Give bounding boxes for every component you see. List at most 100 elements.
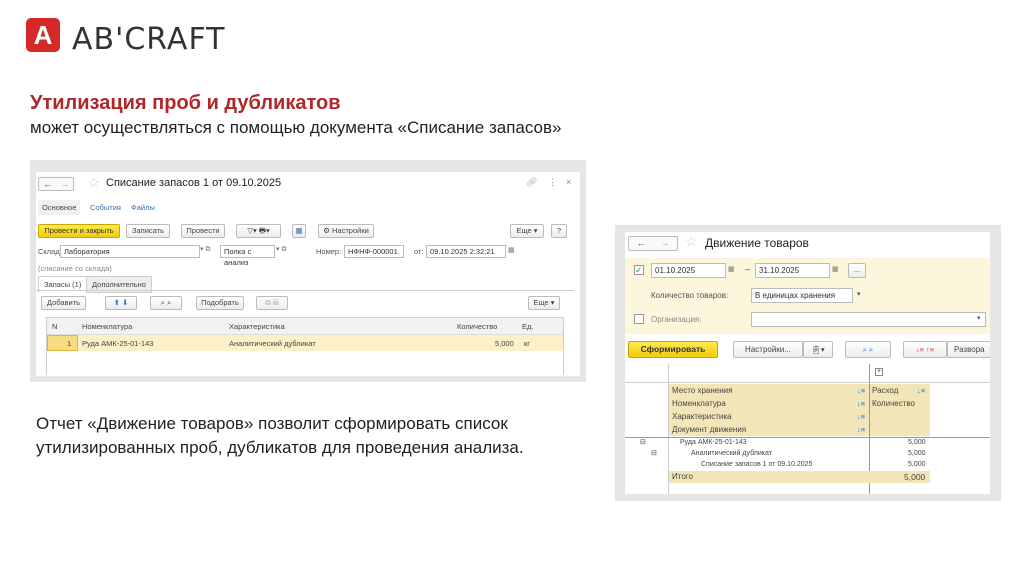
sort-icon[interactable]: ↓≡ (917, 386, 925, 395)
period-checkbox[interactable]: ✓ (634, 265, 644, 275)
row-header-location: Место хранения (672, 386, 733, 395)
more-label: Еще (516, 226, 532, 235)
logo-text: AB'CRAFT (72, 22, 226, 57)
col-n[interactable]: N (52, 322, 57, 331)
col-quantity[interactable]: Количество (457, 322, 497, 331)
date-from-field[interactable]: 01.10.2025 (651, 263, 726, 278)
settings-button[interactable]: ⚙ Настройки (318, 224, 374, 238)
chevron-down-icon[interactable]: ▾ (857, 290, 861, 298)
tab-main[interactable]: Основное (38, 200, 81, 215)
post-button[interactable]: Провести (181, 224, 225, 238)
shelf-field[interactable]: Полка с анализ (220, 245, 275, 267)
organization-field[interactable] (751, 312, 986, 327)
save-button[interactable]: Записать (126, 224, 170, 238)
calendar-icon[interactable]: ▦ (508, 246, 515, 254)
link-icon[interactable]: 🔗︎ (526, 177, 537, 188)
table-row[interactable]: 1 Руда АМК-25-01-143 Аналитический дубли… (47, 335, 563, 351)
row-header-document: Документ движения (672, 425, 747, 434)
slide-paragraph: Отчет «Движение товаров» позволит сформи… (36, 414, 524, 457)
calendar-to-icon[interactable]: ▦ (832, 265, 839, 273)
forward-icon[interactable]: → (56, 178, 73, 190)
structure-icon: ▦ (295, 226, 303, 235)
filter-icon: ▽▾ (247, 226, 257, 235)
star-icon[interactable]: ☆ (685, 233, 698, 250)
organization-label: Организация: (651, 315, 702, 324)
row-n: 1 (67, 339, 72, 348)
copy-icon[interactable]: ⧉ (265, 298, 270, 307)
col-unit[interactable]: Ед. (522, 322, 533, 331)
search-icon[interactable]: ⌕ (863, 345, 867, 354)
shelf-dropdown-icon[interactable]: ▾ ⧉ (276, 245, 286, 254)
generate-button[interactable]: Сформировать (628, 341, 718, 358)
collapse-icon[interactable]: ⊟ (640, 438, 646, 446)
back-icon[interactable]: ← (39, 178, 56, 190)
paste-icon[interactable]: ▤ (273, 298, 279, 307)
date-dash: – (745, 264, 751, 274)
sort-icon[interactable]: ↓≡ (857, 425, 865, 434)
col-item[interactable]: Номенклатура (82, 322, 132, 331)
find-replace-icon[interactable]: ⌕ (167, 298, 171, 307)
expand-button[interactable]: Развора (947, 341, 990, 358)
calendar-from-icon[interactable]: ▦ (728, 265, 735, 273)
col-characteristic[interactable]: Характеристика (229, 322, 285, 331)
tab-files[interactable]: Файлы (131, 203, 155, 212)
col-header-quantity: Количество (872, 399, 915, 408)
sort-buttons[interactable]: ↓≡ ↑≡ (903, 341, 947, 358)
move-buttons[interactable]: ⬆ ⬇ (105, 296, 137, 310)
sort-icon[interactable]: ↓≡ (857, 412, 865, 421)
report-row-value: 5,000 (908, 439, 926, 446)
forward-icon[interactable]: → (653, 237, 677, 250)
help-button[interactable]: ? (551, 224, 567, 238)
nav-buttons[interactable]: ← → (628, 236, 678, 251)
pick-button[interactable]: Подобрать (196, 296, 244, 310)
print-dropdown-button[interactable]: ▽▾ 🖶▾ (236, 224, 281, 238)
add-button[interactable]: Добавить (41, 296, 86, 310)
table-more-button[interactable]: Еще ▾ (528, 296, 560, 310)
report-row-label: Списание запасов 1 от 09.10.2025 (701, 461, 813, 468)
table-header: N Номенклатура Характеристика Количество… (47, 318, 563, 335)
report-window: ← → ☆ Движение товаров ✓ 01.10.2025 ▦ – 3… (625, 232, 990, 494)
variant-button[interactable]: 📋︎▾ (803, 341, 833, 358)
date-to-field[interactable]: 31.10.2025 (755, 263, 830, 278)
sort-icon[interactable]: ↓≡ (857, 399, 865, 408)
organization-dropdown-icon[interactable]: ▾ (977, 314, 981, 322)
quantity-select[interactable]: В единицах хранения (751, 288, 853, 303)
warehouse-field[interactable]: Лаборатория (60, 245, 200, 258)
structure-button[interactable]: ▦ (292, 224, 306, 238)
search-buttons[interactable]: ⌕ ⌕ (150, 296, 182, 310)
slide-title: Утилизация проб и дубликатов (30, 92, 341, 114)
find-icon[interactable]: ⌕ (161, 298, 165, 307)
date-field[interactable]: 09.10.2025 2:32:21 (426, 245, 506, 258)
sort-desc-icon[interactable]: ↓≡ (916, 345, 924, 354)
row-quantity: 5,000 (495, 339, 514, 348)
expand-column-icon[interactable]: + (875, 368, 883, 376)
sort-asc-icon[interactable]: ↑≡ (926, 345, 934, 354)
tab-events[interactable]: События (90, 203, 121, 212)
row-header-item: Номенклатура (672, 399, 726, 408)
close-icon[interactable]: × (566, 177, 571, 187)
copy-buttons[interactable]: ⧉ ▤ (256, 296, 288, 310)
organization-checkbox[interactable] (634, 314, 644, 324)
arrow-down-icon[interactable]: ⬇ (122, 298, 128, 307)
report-settings-button[interactable]: Настройки... (733, 341, 803, 358)
period-select-button[interactable]: ... (848, 263, 866, 278)
writeoff-note: (списание со склада) (38, 264, 112, 273)
search-next-icon[interactable]: ⌕ (869, 345, 873, 354)
search-buttons[interactable]: ⌕ ⌕ (845, 341, 891, 358)
back-icon[interactable]: ← (629, 237, 653, 250)
number-field[interactable]: НФНФ-000001 (344, 245, 404, 258)
collapse-icon[interactable]: ⊟ (651, 449, 657, 457)
star-icon[interactable]: ☆ (88, 175, 100, 191)
report-variant-icon: 📋︎▾ (811, 345, 825, 354)
warehouse-dropdown-icon[interactable]: ▾ ⧉ (200, 245, 210, 254)
gear-icon: ⚙ (323, 226, 333, 235)
items-table: N Номенклатура Характеристика Количество… (46, 317, 564, 375)
report-row-label: Руда АМК-25-01-143 (680, 439, 747, 446)
more-button[interactable]: Еще ▾ (510, 224, 544, 238)
nav-buttons[interactable]: ← → (38, 177, 74, 191)
arrow-up-icon[interactable]: ⬆ (114, 298, 120, 307)
post-and-close-button[interactable]: Провести и закрыть (38, 224, 120, 238)
sort-icon[interactable]: ↓≡ (857, 386, 865, 395)
more-icon[interactable]: ⋮ (548, 177, 557, 188)
settings-label: Настройки (332, 226, 369, 235)
